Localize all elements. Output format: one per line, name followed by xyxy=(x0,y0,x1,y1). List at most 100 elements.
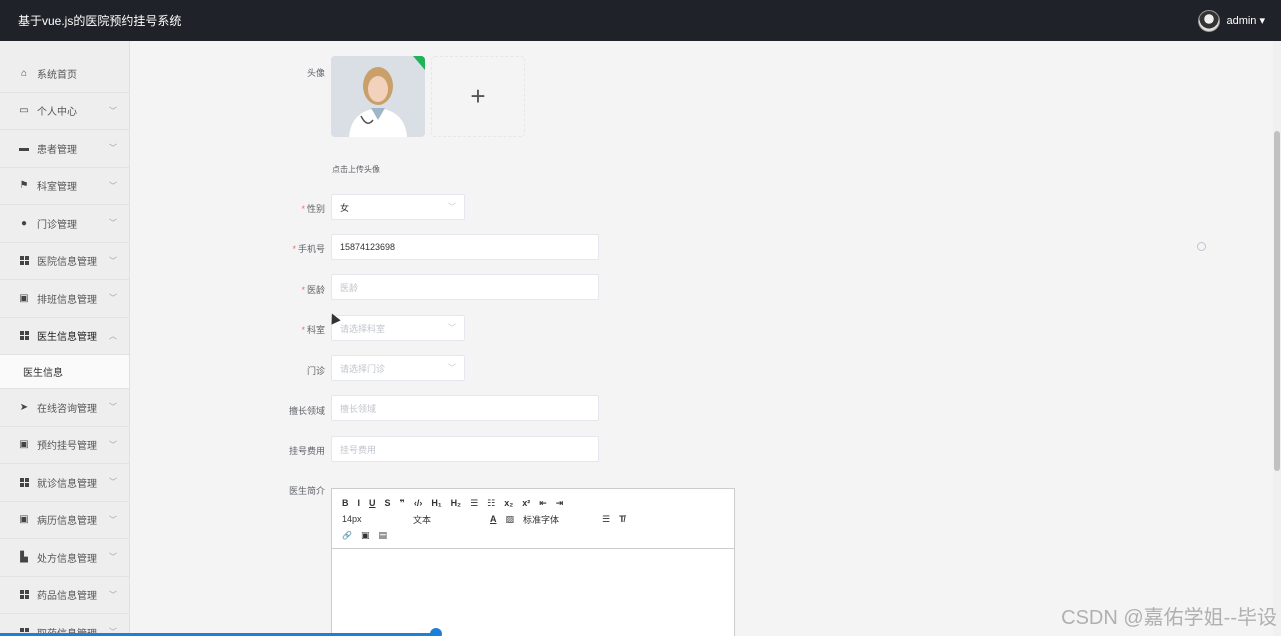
age-label: * 医龄 xyxy=(301,285,325,295)
bullet-list-button[interactable]: ☷ xyxy=(487,498,495,509)
phone-label: * 手机号 xyxy=(292,244,325,254)
age-input[interactable]: 医龄 xyxy=(331,274,599,300)
phone-value: 15874123698 xyxy=(340,242,396,252)
sidebar-item-clinics[interactable]: ● 门诊管理 ﹀ xyxy=(0,205,129,243)
superscript-button[interactable]: x² xyxy=(522,498,530,508)
subscript-button[interactable]: x₂ xyxy=(504,498,513,508)
rich-text-editor[interactable]: B I U S ❞ ‹/› H₁ H₂ ☰ ☷ x₂ x² ⇤ ⇥ 14px 文… xyxy=(331,488,735,636)
grid-icon xyxy=(18,330,30,342)
chevron-down-icon: ﹀ xyxy=(109,590,117,600)
clipboard-icon: ▣ xyxy=(19,292,29,304)
underline-button[interactable]: U xyxy=(369,498,376,508)
code-button[interactable]: ‹/› xyxy=(414,498,423,508)
sidebar-item-label: 医生信息管理 xyxy=(37,332,97,344)
clear-format-icon[interactable]: T̸ xyxy=(619,514,625,524)
user-icon: ● xyxy=(20,217,28,229)
clinic-label: 门诊 xyxy=(306,366,325,376)
italic-button[interactable]: I xyxy=(358,498,361,508)
page-scrollbar[interactable] xyxy=(1273,41,1281,636)
user-avatar[interactable] xyxy=(1198,9,1221,32)
chevron-down-icon: ﹀ xyxy=(109,143,117,153)
sidebar-item-departments[interactable]: ⚑ 科室管理 ﹀ xyxy=(0,168,129,205)
fee-input[interactable]: 挂号费用 xyxy=(331,436,599,462)
chevron-down-icon: ﹀ xyxy=(109,181,117,191)
font-family-select[interactable]: 标准字体 xyxy=(523,513,593,526)
editor-toolbar-row-3: 🔗 ▣ ▤ xyxy=(342,527,724,543)
sidebar-item-personal-center[interactable]: ▭ 个人中心 ﹀ xyxy=(0,93,129,130)
top-bar: 基于vue.js的医院预约挂号系统 admin ▾ xyxy=(0,0,1281,41)
sidebar-item-schedule[interactable]: ▣ 排班信息管理 ﹀ xyxy=(0,280,129,318)
sidebar-item-medicines[interactable]: 药品信息管理 ﹀ xyxy=(0,577,129,614)
age-placeholder: 医龄 xyxy=(340,282,359,293)
bold-button[interactable]: B xyxy=(342,498,349,508)
chevron-down-icon: ﹀ xyxy=(109,218,117,228)
gender-label: * 性别 xyxy=(301,204,325,214)
doctor-avatar-image[interactable] xyxy=(331,56,425,137)
upload-add-button[interactable]: + xyxy=(431,56,525,137)
sidebar: ⌂ 系统首页 ▭ 个人中心 ﹀ ▬ 患者管理 ﹀ ⚑ 科室管理 ﹀ ● 门诊管理… xyxy=(0,41,130,636)
sidebar-item-patients[interactable]: ▬ 患者管理 ﹀ xyxy=(0,130,129,168)
calendar-icon: ▭ xyxy=(19,105,29,117)
editor-toolbar: B I U S ❞ ‹/› H₁ H₂ ☰ ☷ x₂ x² ⇤ ⇥ 14px 文… xyxy=(332,489,734,549)
grid-icon xyxy=(18,255,30,267)
progress-handle[interactable] xyxy=(430,628,442,636)
phone-input[interactable]: 15874123698 xyxy=(331,234,599,260)
dept-placeholder: 请选择科室 xyxy=(340,323,386,334)
indent-button[interactable]: ⇥ xyxy=(556,498,564,509)
outdent-button[interactable]: ⇤ xyxy=(539,498,547,509)
thumb-icon: ▙ xyxy=(20,551,28,563)
ordered-list-button[interactable]: ☰ xyxy=(470,498,478,509)
specialty-input[interactable]: 擅长领域 xyxy=(331,395,599,421)
dept-select[interactable]: 请选择科室 ﹀ xyxy=(331,315,465,341)
chevron-down-icon: ﹀ xyxy=(448,323,456,333)
sidebar-item-label: 患者管理 xyxy=(37,144,77,156)
chevron-down-icon: ﹀ xyxy=(109,552,117,562)
font-size-select[interactable]: 14px xyxy=(342,514,404,524)
quote-button[interactable]: ❞ xyxy=(400,498,405,509)
text-style-select[interactable]: 文本 xyxy=(413,513,481,526)
scrollbar-thumb[interactable] xyxy=(1274,131,1280,471)
avatar-label: 头像 xyxy=(306,68,325,78)
sidebar-item-label: 病历信息管理 xyxy=(37,516,97,528)
user-name[interactable]: admin ▾ xyxy=(1226,14,1265,27)
sidebar-item-label: 医院信息管理 xyxy=(37,257,97,269)
link-icon[interactable]: 🔗 xyxy=(342,531,352,540)
sidebar-item-records[interactable]: ▣ 病历信息管理 ﹀ xyxy=(0,502,129,539)
font-color-icon[interactable]: A xyxy=(490,514,497,524)
sidebar-item-label: 个人中心 xyxy=(37,107,77,119)
editor-toolbar-row-2: 14px 文本 A ▨ 标准字体 ☰ T̸ xyxy=(342,511,724,527)
upload-hint: 点击上传头像 xyxy=(332,165,380,174)
gender-select[interactable]: 女 ﹀ xyxy=(331,194,465,220)
home-icon: ⌂ xyxy=(20,67,28,79)
clear-icon[interactable] xyxy=(1197,242,1206,251)
chevron-down-icon: ﹀ xyxy=(109,477,117,487)
sidebar-item-label: 排班信息管理 xyxy=(37,294,97,306)
sidebar-item-doctor-info[interactable]: 医生信息管理 ︿ xyxy=(0,318,129,355)
h1-button[interactable]: H₁ xyxy=(431,498,441,508)
sidebar-item-home[interactable]: ⌂ 系统首页 xyxy=(0,55,129,93)
clinic-placeholder: 请选择门诊 xyxy=(340,363,386,374)
sidebar-item-consult[interactable]: ➤ 在线咨询管理 ﹀ xyxy=(0,389,129,427)
sidebar-item-label: 门诊管理 xyxy=(37,219,77,231)
chevron-down-icon: ﹀ xyxy=(109,293,117,303)
h2-button[interactable]: H₂ xyxy=(451,498,462,508)
sidebar-item-visits[interactable]: 就诊信息管理 ﹀ xyxy=(0,464,129,502)
send-icon: ➤ xyxy=(19,401,29,413)
sidebar-item-appointments[interactable]: ▣ 预约挂号管理 ﹀ xyxy=(0,427,129,464)
video-icon[interactable]: ▤ xyxy=(378,530,387,541)
chevron-down-icon: ﹀ xyxy=(109,402,117,412)
sidebar-item-hospital-info[interactable]: 医院信息管理 ﹀ xyxy=(0,243,129,280)
strike-button[interactable]: S xyxy=(385,498,391,508)
sidebar-subitem-doctor-info[interactable]: 医生信息 xyxy=(0,355,129,389)
image-icon[interactable]: ▣ xyxy=(361,530,370,541)
specialty-label: 擅长领域 xyxy=(288,406,325,416)
background-color-icon[interactable]: ▨ xyxy=(506,514,515,525)
clinic-select[interactable]: 请选择门诊 ﹀ xyxy=(331,355,465,381)
intro-label: 医生简介 xyxy=(288,486,325,496)
align-icon[interactable]: ☰ xyxy=(602,514,610,525)
sidebar-item-label: 处方信息管理 xyxy=(37,553,97,565)
user-menu[interactable]: admin ▾ xyxy=(1198,9,1265,32)
clipboard-icon: ▣ xyxy=(19,514,29,526)
sidebar-item-prescriptions[interactable]: ▙ 处方信息管理 ﹀ xyxy=(0,539,129,577)
fee-placeholder: 挂号费用 xyxy=(340,444,377,455)
